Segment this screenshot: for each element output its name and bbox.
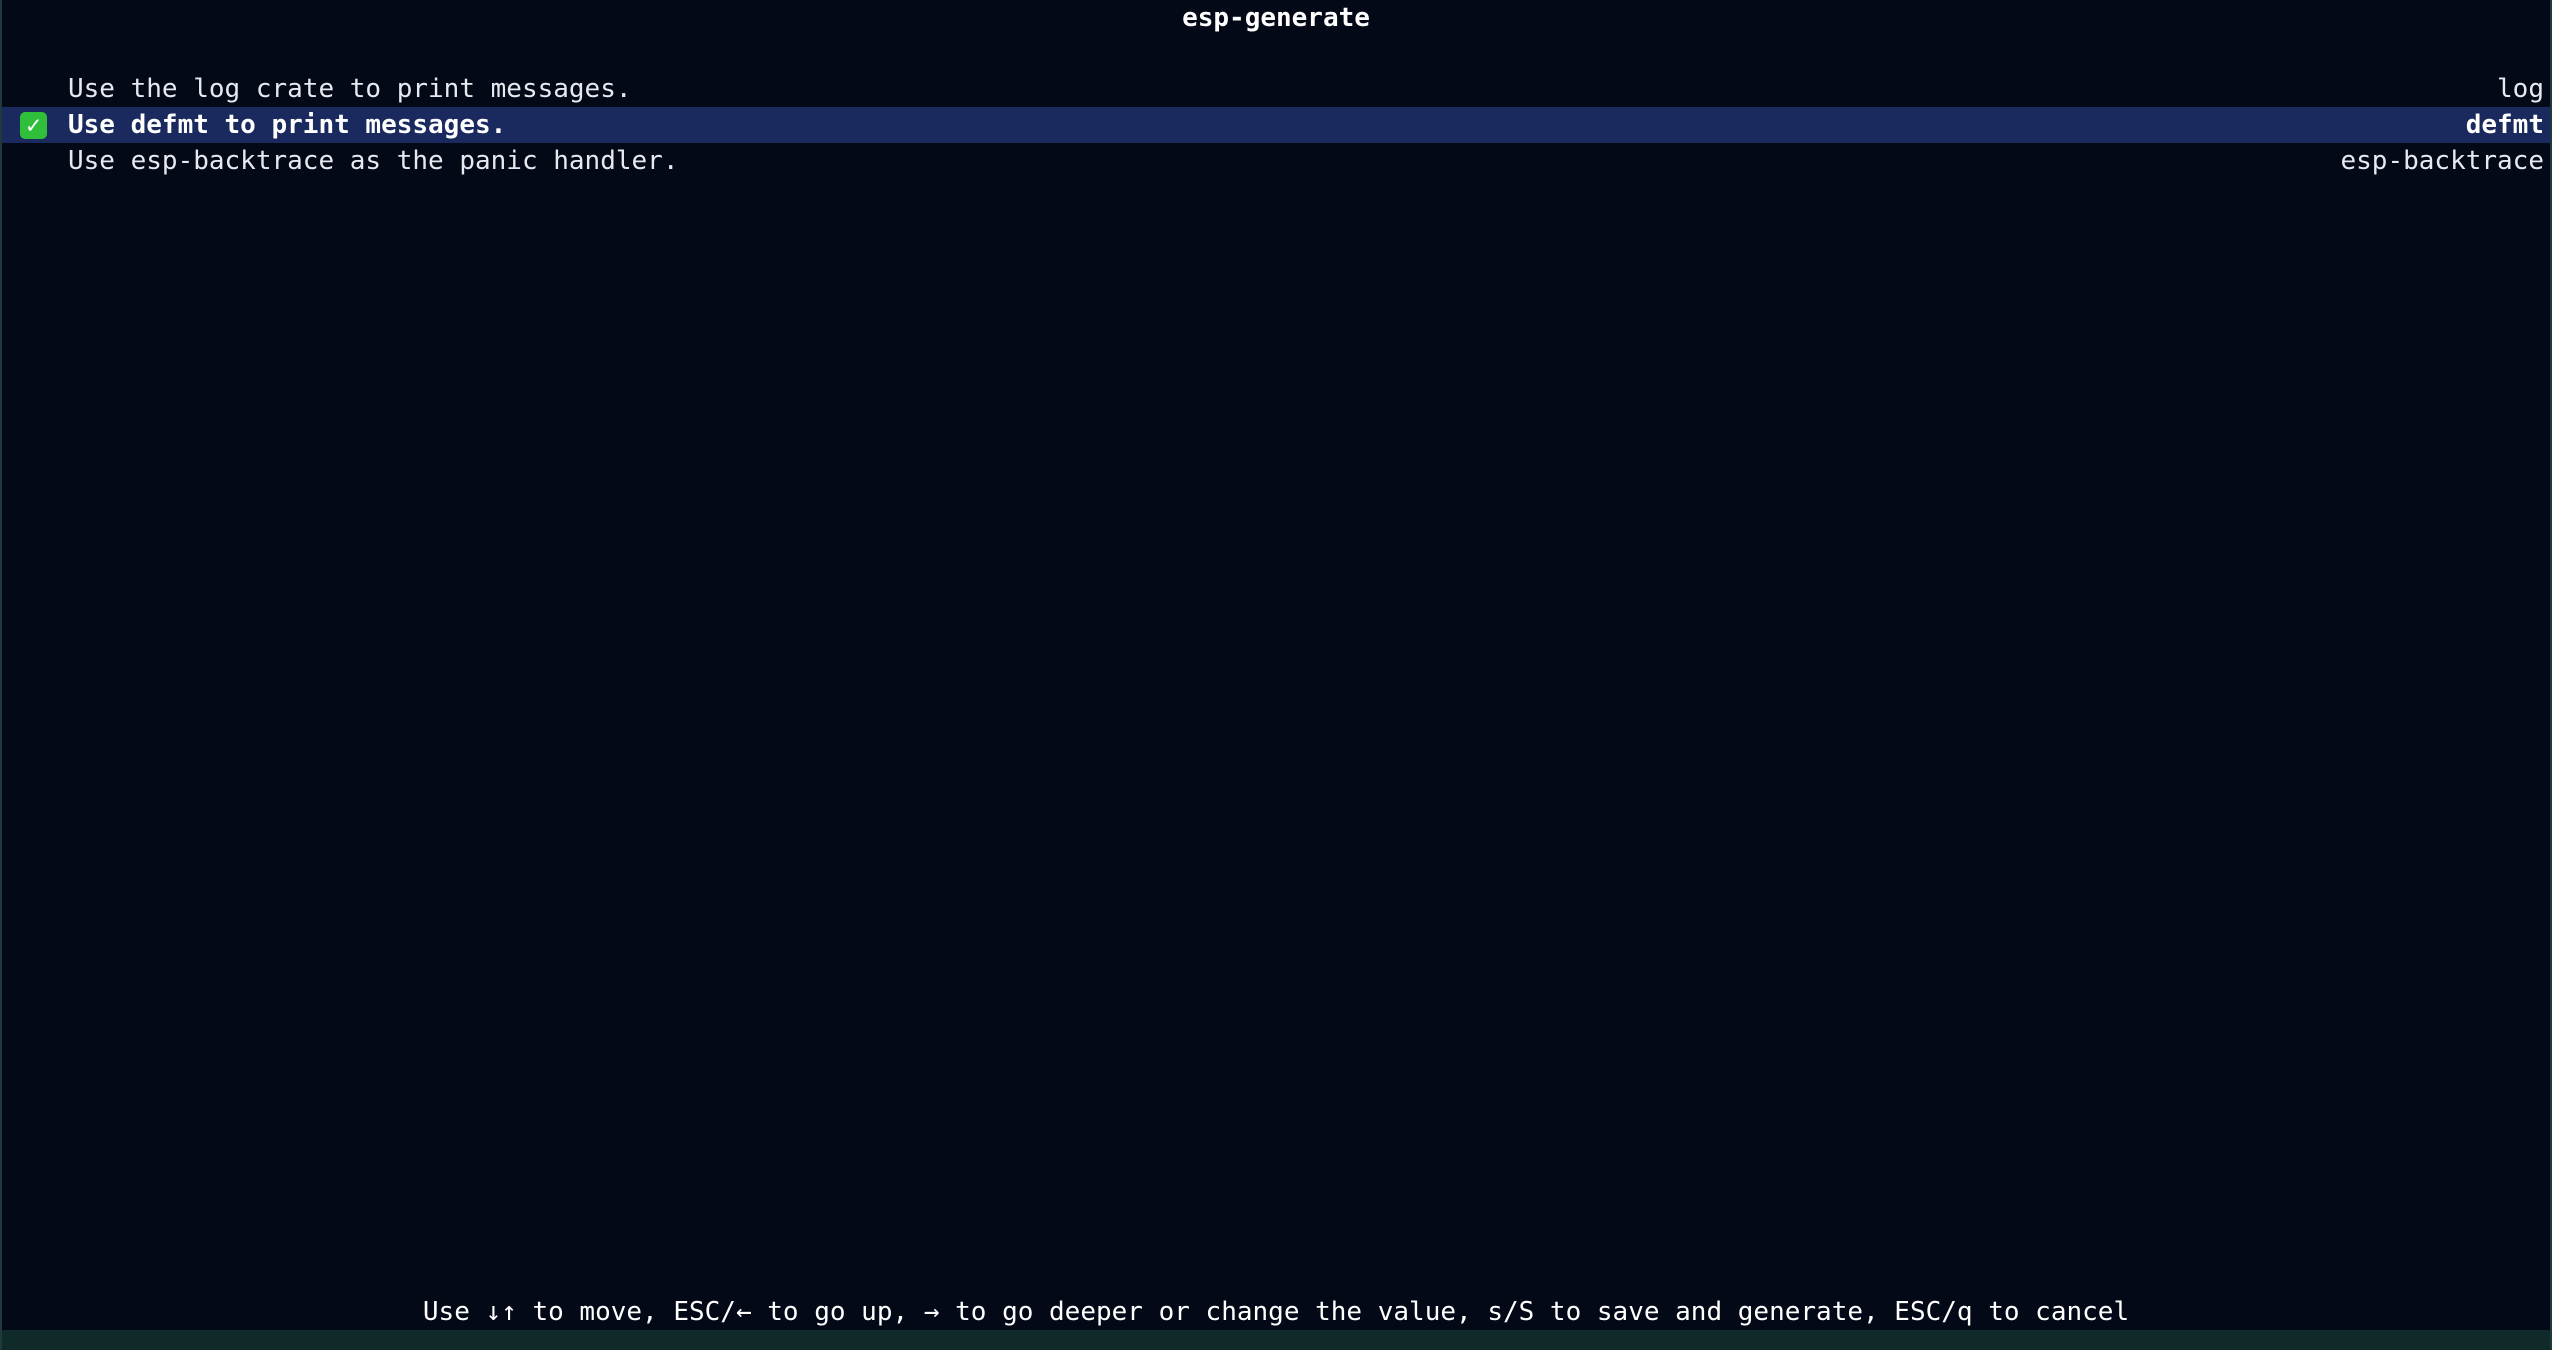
option-label: Use esp-backtrace as the panic handler. [68, 146, 679, 176]
help-text: Use ↓↑ to move, ESC/← to go up, → to go … [422, 1297, 2130, 1327]
option-log[interactable]: Use the log crate to print messages. log [2, 71, 2550, 107]
option-value: log [2497, 74, 2544, 104]
options-list: Use the log crate to print messages. log… [2, 71, 2550, 179]
option-label: Use the log crate to print messages. [68, 74, 632, 104]
option-defmt[interactable]: ✓ Use defmt to print messages. defmt [2, 107, 2550, 143]
status-bar [2, 1330, 2550, 1350]
option-value: defmt [2465, 110, 2544, 140]
option-label: Use defmt to print messages. [68, 110, 507, 140]
terminal-window: esp-generate Use the log crate to print … [0, 0, 2552, 1350]
check-mark-icon: ✓ [20, 112, 47, 139]
option-esp-backtrace[interactable]: Use esp-backtrace as the panic handler. … [2, 143, 2550, 179]
option-value: esp-backtrace [2340, 146, 2545, 176]
app-title: esp-generate [1182, 3, 1370, 33]
